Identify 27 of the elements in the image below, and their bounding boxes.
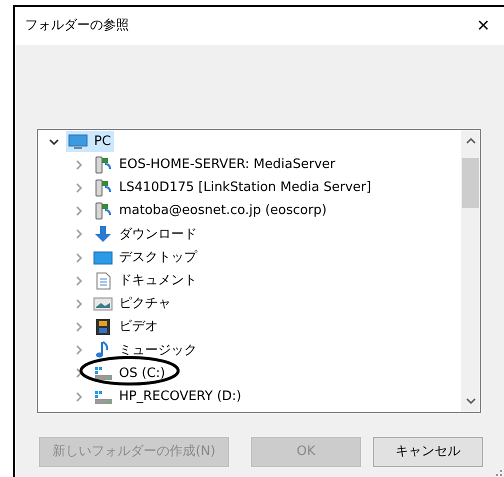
tree-item[interactable]: ミュージック [91, 340, 200, 362]
tree-item[interactable]: ピクチャ [91, 293, 174, 315]
tree-item[interactable]: ドキュメント [91, 270, 200, 292]
landscape-image-icon [93, 294, 113, 313]
computer-icon [68, 132, 88, 151]
tree-item[interactable]: ダウンロード [91, 224, 200, 246]
tree-item[interactable]: ビデオ [91, 316, 161, 338]
cancel-button[interactable]: キャンセル [373, 437, 483, 467]
scroll-down-icon[interactable] [466, 397, 476, 405]
scroll-thumb[interactable] [462, 158, 479, 208]
tree-item[interactable]: EOS-HOME-SERVER: MediaServer [91, 154, 338, 176]
tree-item[interactable]: デスクトップ [91, 246, 200, 268]
close-button[interactable]: ✕ [470, 18, 496, 34]
drive-icon [93, 364, 113, 382]
monitor-icon [93, 248, 113, 267]
server-icon [93, 178, 113, 197]
tree-item[interactable]: LS410D175 [LinkStation Media Server] [91, 177, 374, 199]
scrollbar[interactable] [461, 130, 480, 412]
scroll-up-icon[interactable] [466, 137, 476, 145]
down-arrow-icon [93, 225, 113, 244]
tree-item[interactable]: HP_RECOVERY (D:) [91, 386, 244, 408]
window-title: フォルダーの参照 [25, 17, 129, 36]
server-icon [93, 156, 113, 174]
server-icon [93, 202, 113, 220]
tree-item[interactable]: matoba@eosnet.co.jp (eoscorp) [91, 200, 330, 222]
film-icon [93, 318, 113, 336]
tree-item[interactable]: PC [66, 130, 114, 152]
